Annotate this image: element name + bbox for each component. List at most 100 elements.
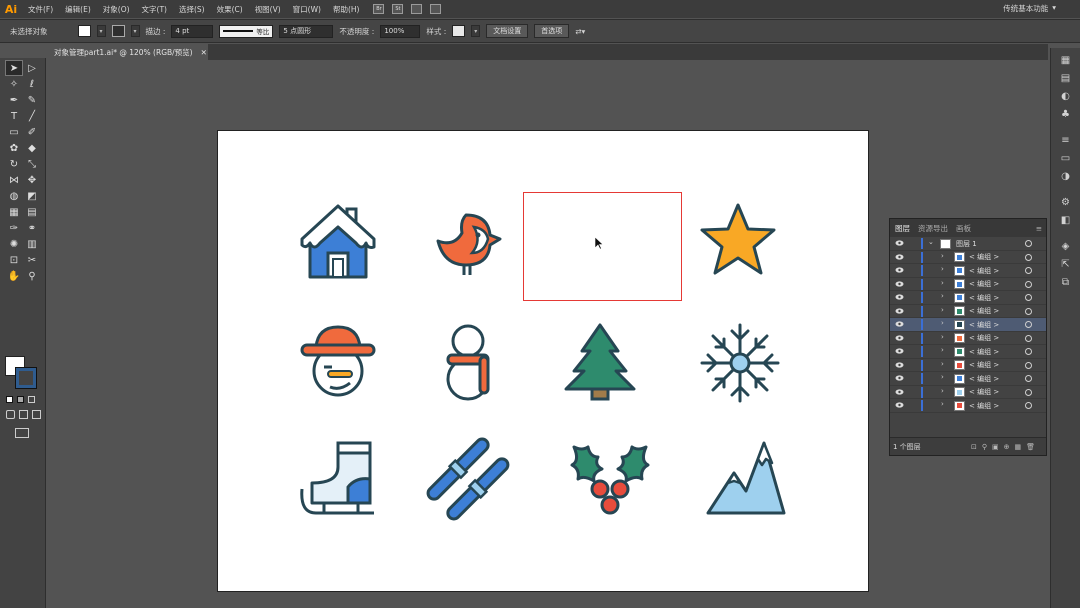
screen-mode-icon[interactable] [15,428,29,438]
sublayer-name[interactable]: < 编组 > [969,347,999,357]
target-icon[interactable] [1025,388,1032,396]
pen-tool-icon[interactable]: ✒ [5,92,23,108]
target-icon[interactable] [1025,253,1032,261]
target-icon[interactable] [1025,402,1032,409]
sublayer-name[interactable]: < 编组 > [969,360,999,370]
layer-action-icons[interactable]: ⊡⚲▣⊕▦🗑 [971,443,1040,451]
expand-icon[interactable]: › [941,400,944,408]
expand-icon[interactable]: › [941,265,944,273]
target-icon[interactable] [1025,375,1032,382]
artboard[interactable] [218,131,868,591]
gradient-panel-icon[interactable]: ▭ [1059,152,1073,164]
target-icon[interactable] [1025,348,1032,355]
expand-icon[interactable]: › [941,387,944,395]
target-icon[interactable] [1025,307,1032,315]
sublayer-name[interactable]: < 编组 > [969,266,999,276]
eye-icon[interactable] [895,253,904,261]
eye-icon[interactable] [895,239,904,247]
expand-icon[interactable]: › [941,306,944,314]
magic-wand-tool-icon[interactable]: ✧ [5,76,23,92]
menu-type[interactable]: 文字(T) [136,4,173,15]
mountains-icon[interactable] [704,437,788,521]
panel-menu-icon[interactable]: ≡ [1036,224,1042,233]
sublayer-name[interactable]: < 编组 > [969,401,999,411]
fill-dropdown[interactable]: ▾ [96,25,106,37]
eye-icon[interactable] [895,266,904,274]
scale-tool-icon[interactable]: ⤡ [23,156,41,172]
target-icon[interactable] [1025,321,1032,328]
sublayer-name[interactable]: < 编组 > [969,293,999,303]
blend-tool-icon[interactable]: ⚭ [23,220,41,236]
graphic-style-swatch[interactable] [452,25,466,37]
graphic-styles-icon[interactable]: ◧ [1059,214,1073,226]
layer-row[interactable]: ⌄ 图层 1 [890,237,1046,251]
style-dropdown[interactable]: ▾ [471,25,481,37]
color-mode-icon[interactable] [6,396,13,403]
close-tab-icon[interactable]: ✕ [201,48,207,57]
gpu-performance-icon[interactable] [430,4,442,14]
libraries-icon[interactable]: ▤ [1059,72,1073,84]
menu-view[interactable]: 视图(V) [249,4,287,15]
gradient-mode-icon[interactable] [17,396,24,403]
preferences-button[interactable]: 首选项 [534,24,570,38]
menu-file[interactable]: 文件(F) [22,4,59,15]
sublayer-row[interactable]: › < 编组 > [890,359,1046,372]
workspace-switcher[interactable]: 传统基本功能 ▾ [1003,3,1056,14]
sublayer-row[interactable]: › < 编组 > [890,345,1046,359]
eye-icon[interactable] [895,388,904,396]
rotate-tool-icon[interactable]: ↻ [5,156,23,172]
rectangle-tool-icon[interactable]: ▭ [5,124,23,140]
arrange-documents-icon[interactable] [411,4,423,14]
slice-tool-icon[interactable]: ✂ [23,252,41,268]
menu-help[interactable]: 帮助(H) [327,4,366,15]
sublayer-name[interactable]: < 编组 > [969,374,999,384]
sublayer-name[interactable]: < 编组 > [969,279,999,289]
shape-builder-tool-icon[interactable]: ◍ [5,188,23,204]
expand-icon[interactable]: › [941,252,944,260]
lasso-tool-icon[interactable]: ℓ [23,76,41,92]
draw-inside-icon[interactable] [32,410,41,419]
free-transform-tool-icon[interactable]: ✥ [23,172,41,188]
width-tool-icon[interactable]: ⋈ [5,172,23,188]
sublayer-row[interactable]: › < 编组 > [890,278,1046,291]
tab-asset-export[interactable]: 资源导出 [918,223,948,234]
properties-icon[interactable]: ▦ [1059,54,1073,66]
selection-tool-icon[interactable]: ➤ [5,60,23,76]
sublayer-name[interactable]: < 编组 > [969,306,999,316]
menu-edit[interactable]: 编辑(E) [59,4,97,15]
sublayer-row[interactable]: › < 编组 > [890,291,1046,305]
stroke-panel-icon[interactable]: ≡ [1059,134,1073,146]
target-icon[interactable] [1025,240,1032,247]
expand-icon[interactable]: › [941,333,944,341]
holly-icon[interactable] [568,437,652,521]
sublayer-row[interactable]: › < 编组 > [890,386,1046,399]
sublayer-row[interactable]: › < 编组 > [890,264,1046,278]
expand-icon[interactable]: › [941,373,944,381]
hand-tool-icon[interactable]: ✋ [5,268,23,284]
type-tool-icon[interactable]: T [5,108,23,124]
eraser-tool-icon[interactable]: ◆ [23,140,41,156]
eye-icon[interactable] [895,374,904,382]
sublayer-row[interactable]: › < 编组 > [890,305,1046,318]
target-icon[interactable] [1025,294,1032,301]
menu-window[interactable]: 窗口(W) [287,4,327,15]
eye-icon[interactable] [895,401,904,409]
bird-icon[interactable] [426,203,510,287]
gradient-tool-icon[interactable]: ▤ [23,204,41,220]
eye-icon[interactable] [895,280,904,288]
sublayer-row[interactable]: › < 编组 > [890,332,1046,345]
stroke-color-box[interactable] [16,368,36,388]
sublayer-name[interactable]: < 编组 > [969,252,999,262]
brush-definition[interactable]: 5 点圆形 [279,24,334,38]
sublayer-name[interactable]: < 编组 > [969,320,999,330]
export-icon[interactable]: ⇱ [1059,258,1073,270]
document-tab[interactable]: 对象管理part1.ai* @ 120% (RGB/预览) ✕ [48,44,208,60]
sublayer-row[interactable]: › < 编组 > [890,318,1046,332]
eye-icon[interactable] [895,293,904,301]
menu-effect[interactable]: 效果(C) [211,4,249,15]
eye-icon[interactable] [895,334,904,342]
snowman-icon[interactable] [426,321,510,405]
pine-tree-icon[interactable] [558,321,642,405]
document-setup-button[interactable]: 文档设置 [486,24,529,38]
eye-icon[interactable] [895,307,904,315]
